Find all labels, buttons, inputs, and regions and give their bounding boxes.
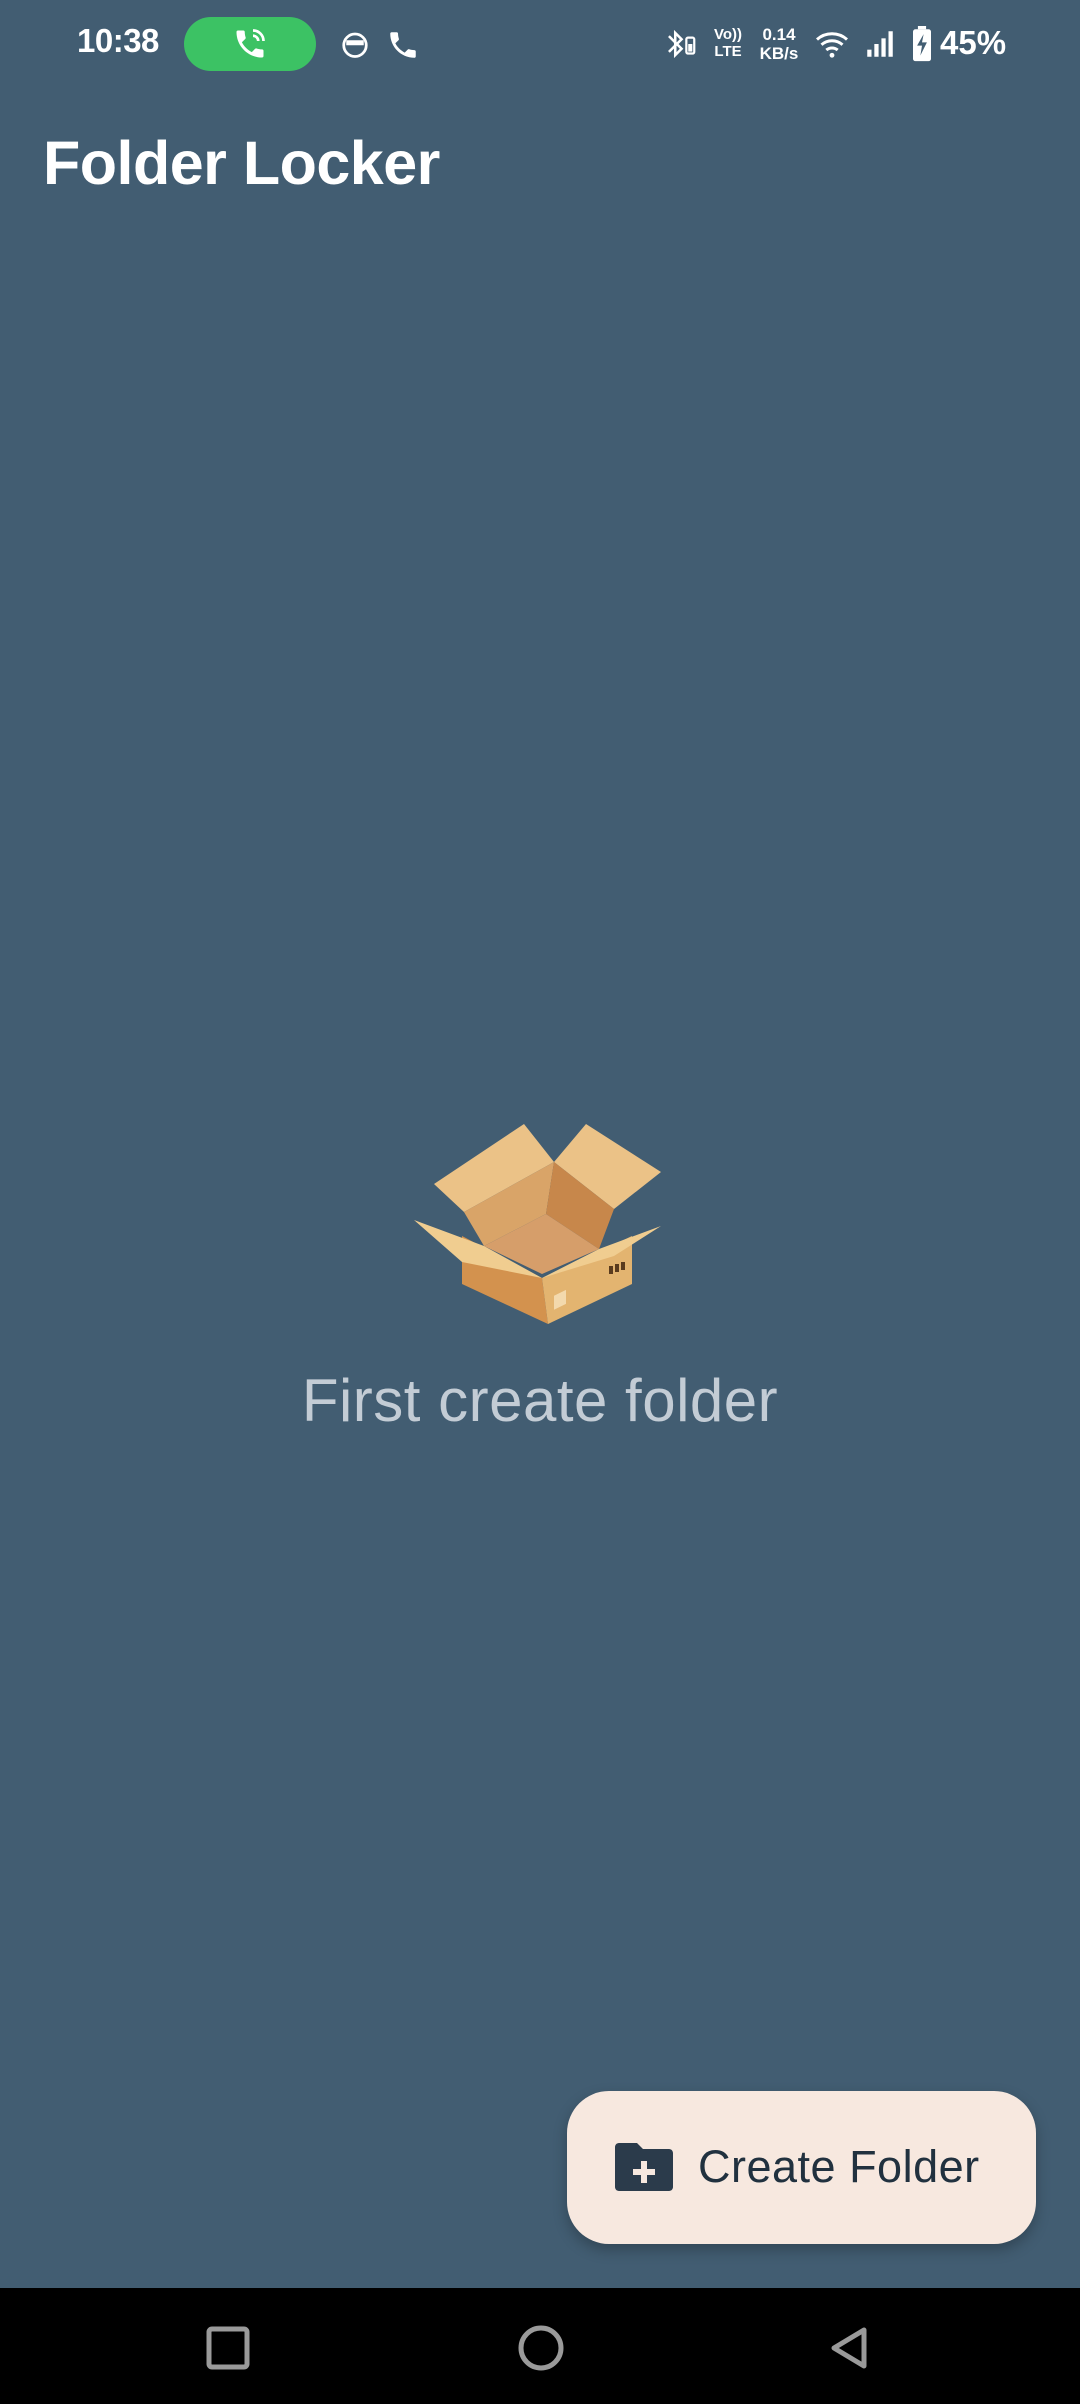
signal-icon [860,24,900,64]
create-folder-button[interactable]: Create Folder [567,2091,1036,2244]
recents-icon [206,2326,250,2370]
battery-percent: 45% [940,24,1007,61]
app-title: Folder Locker [43,129,440,197]
back-icon [831,2327,867,2369]
android-face-icon [338,27,372,61]
volte-label-bottom: LTE [714,43,742,60]
volte-icon: Vo)) LTE [710,26,746,62]
recents-button[interactable] [198,2318,258,2378]
bluetooth-battery-icon [660,24,700,64]
create-folder-label: Create Folder [698,2141,980,2192]
phone-call-icon [236,29,265,58]
folder-add-icon [615,2143,673,2191]
status-bar: 10:38 Vo)) LTE 0.14 KB/s 45% [0,0,1080,90]
volte-label-top: Vo)) [713,26,743,43]
wifi-icon [812,24,852,64]
phone-icon [383,25,423,65]
net-speed: 0.14 KB/s [753,25,805,63]
open-box-icon [414,1124,666,1324]
home-button[interactable] [511,2318,571,2378]
home-icon [518,2325,564,2371]
ongoing-call-pill[interactable] [184,17,316,71]
battery-charging-icon [905,24,939,64]
back-button[interactable] [820,2318,880,2378]
net-speed-unit: KB/s [759,44,799,63]
system-nav-bar [0,2288,1080,2404]
net-speed-value: 0.14 [762,25,796,44]
status-time: 10:38 [77,22,159,59]
empty-state-message: First create folder [301,1367,779,1434]
